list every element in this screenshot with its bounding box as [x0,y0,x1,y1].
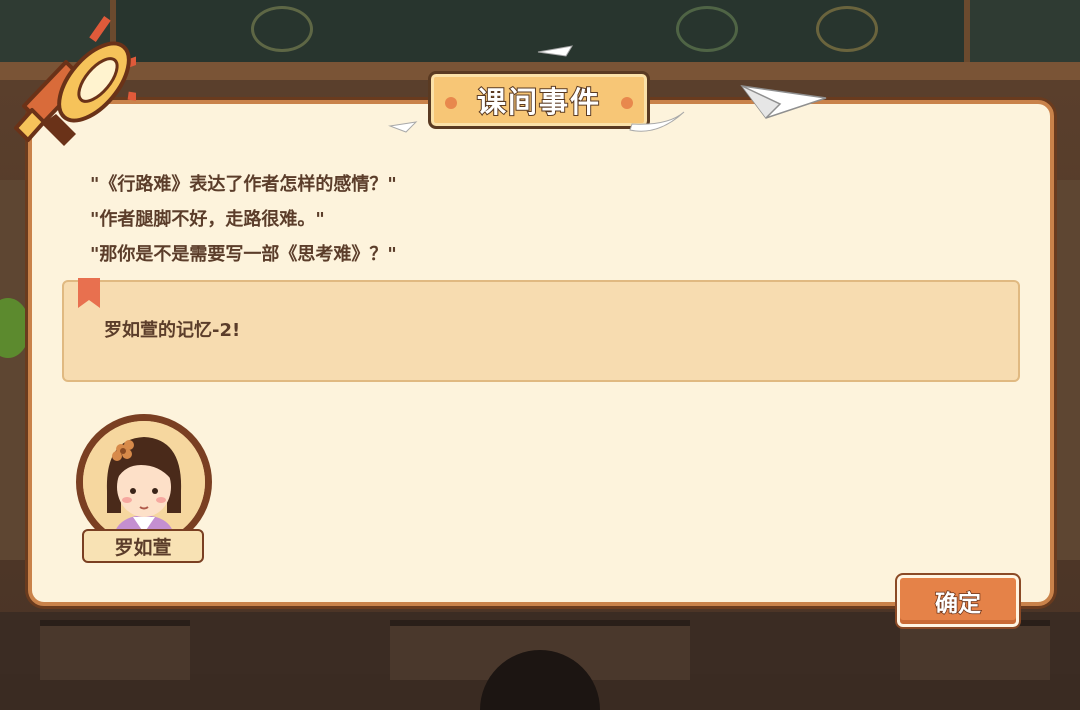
character-name-plate: 罗如萱 [82,529,204,563]
desk [900,620,1050,680]
megaphone-icon [14,16,136,146]
blackboard-doodle [676,6,738,52]
bookmark-icon [78,278,100,308]
blackboard-doodle [251,6,313,52]
blackboard-doodle [816,6,878,52]
desk [40,620,190,680]
paper-scrap-icon [629,111,685,132]
character-portrait [83,421,205,543]
paper-plane-icon [740,85,827,119]
left-shelf [0,180,30,560]
result-text: 罗如萱的记忆-2! [104,320,241,341]
title-dot-left [445,97,457,109]
confirm-button-label: 确定 [934,590,982,618]
dialog-title-plate: 课间事件 [428,71,650,129]
dialog-line-3: "那你是不是需要写一部《思考难》？" [90,244,397,265]
right-shelf [1050,180,1080,560]
dialog-title: 课间事件 [476,84,601,120]
paper-scrap-icon [388,121,418,133]
paper-scrap-icon [537,45,573,57]
confirm-button[interactable]: 确定 [897,575,1019,627]
dialog-line-1: "《行路难》表达了作者怎样的感情？" [90,174,397,195]
dialog-line-2: "作者腿脚不好，走路很难。" [90,209,325,230]
